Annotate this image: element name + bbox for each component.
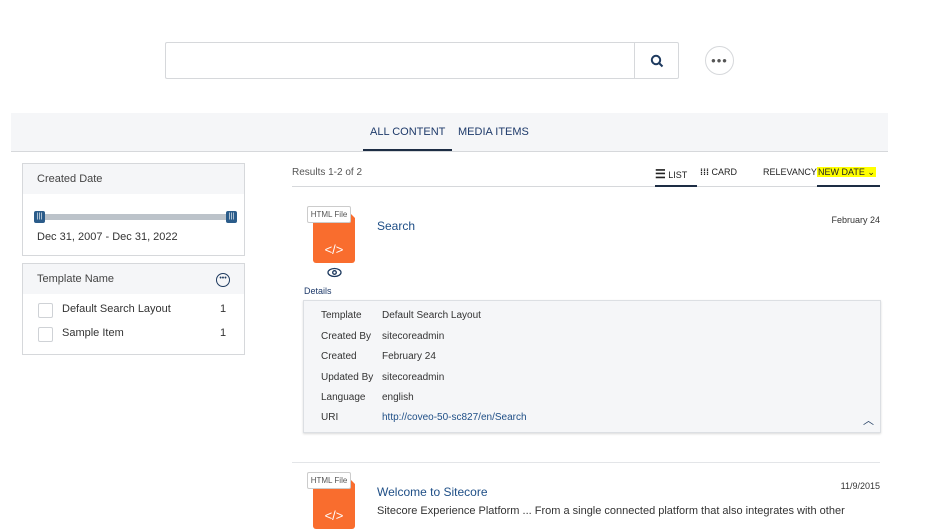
detail-label: Template <box>321 310 362 321</box>
result-date: February 24 <box>831 215 880 225</box>
tab-media-items[interactable]: MEDIA ITEMS <box>458 126 529 138</box>
details-panel: Template Default Search Layout Created By… <box>303 300 881 433</box>
result-title-link[interactable]: Welcome to Sitecore <box>377 485 488 499</box>
detail-label: Language <box>321 392 366 403</box>
layout-list-button[interactable]: ☰ LIST <box>655 167 697 187</box>
detail-label: Updated By <box>321 372 374 383</box>
facet-item-label[interactable]: Sample Item <box>62 327 124 339</box>
sort-relevancy[interactable]: RELEVANCY <box>763 167 817 177</box>
result-title-link[interactable]: Search <box>377 219 415 233</box>
facet-checkbox[interactable] <box>38 303 53 318</box>
layout-list-label: LIST <box>668 170 688 180</box>
result-excerpt: Sitecore Experience Platform ... From a … <box>377 505 845 517</box>
facet-created-date: Created Date ||| ||| Dec 31, 2007 - Dec … <box>22 163 245 256</box>
facet-title: Created Date <box>23 164 244 194</box>
date-slider[interactable]: ||| ||| <box>34 211 237 223</box>
slider-handle-start[interactable]: ||| <box>34 211 45 223</box>
results-header-divider <box>292 186 880 187</box>
search-button[interactable] <box>634 42 679 79</box>
detail-value: sitecoreadmin <box>382 331 445 342</box>
facet-item-count: 1 <box>220 327 227 339</box>
search-input[interactable] <box>165 42 635 79</box>
results-summary: Results 1-2 of 2 <box>292 167 363 178</box>
more-options-button[interactable]: ••• <box>705 46 734 75</box>
layout-card-button[interactable]: ⁞⁞⁞ CARD <box>700 167 737 177</box>
eye-icon[interactable] <box>327 267 342 281</box>
uri-link[interactable]: http://coveo-50-sc827/en/Search <box>382 412 527 423</box>
detail-value: english <box>382 392 414 403</box>
collapse-chevron-icon[interactable]: ︿ <box>863 412 874 428</box>
facet-template-name: Template Name ••• Default Search Layout … <box>22 263 245 355</box>
facet-checkbox[interactable] <box>38 327 53 342</box>
chevron-down-icon: ⌄ <box>867 167 875 177</box>
date-range-label: Dec 31, 2007 - Dec 31, 2022 <box>37 231 178 243</box>
list-icon: ☰ <box>655 167 666 181</box>
search-icon <box>650 54 663 67</box>
detail-label: Created By <box>321 331 372 342</box>
result-divider <box>292 462 880 463</box>
facet-item-count: 1 <box>220 303 227 315</box>
layout-card-label: CARD <box>711 167 738 177</box>
detail-label: URI <box>321 412 339 423</box>
grid-icon: ⁞⁞⁞ <box>700 167 709 177</box>
detail-label: Created <box>321 351 357 362</box>
tab-all-content[interactable]: ALL CONTENT <box>363 126 453 151</box>
detail-value: February 24 <box>382 351 436 362</box>
detail-value: sitecoreadmin <box>382 372 445 383</box>
sort-new-date-label: NEW DATE ⌄ <box>817 167 876 177</box>
facet-title: Template Name <box>23 264 244 294</box>
sort-new-date[interactable]: NEW DATE ⌄ <box>817 167 880 187</box>
detail-value: Default Search Layout <box>382 310 481 321</box>
file-type-badge: HTML File <box>307 206 351 223</box>
result-date: 11/9/2015 <box>840 481 880 491</box>
file-type-badge: HTML File <box>307 472 351 489</box>
facet-item-label[interactable]: Default Search Layout <box>62 303 171 315</box>
facet-more-icon[interactable]: ••• <box>216 273 230 287</box>
ellipsis-icon: ••• <box>711 53 728 68</box>
slider-handle-end[interactable]: ||| <box>226 211 237 223</box>
details-link[interactable]: Details <box>304 286 332 296</box>
